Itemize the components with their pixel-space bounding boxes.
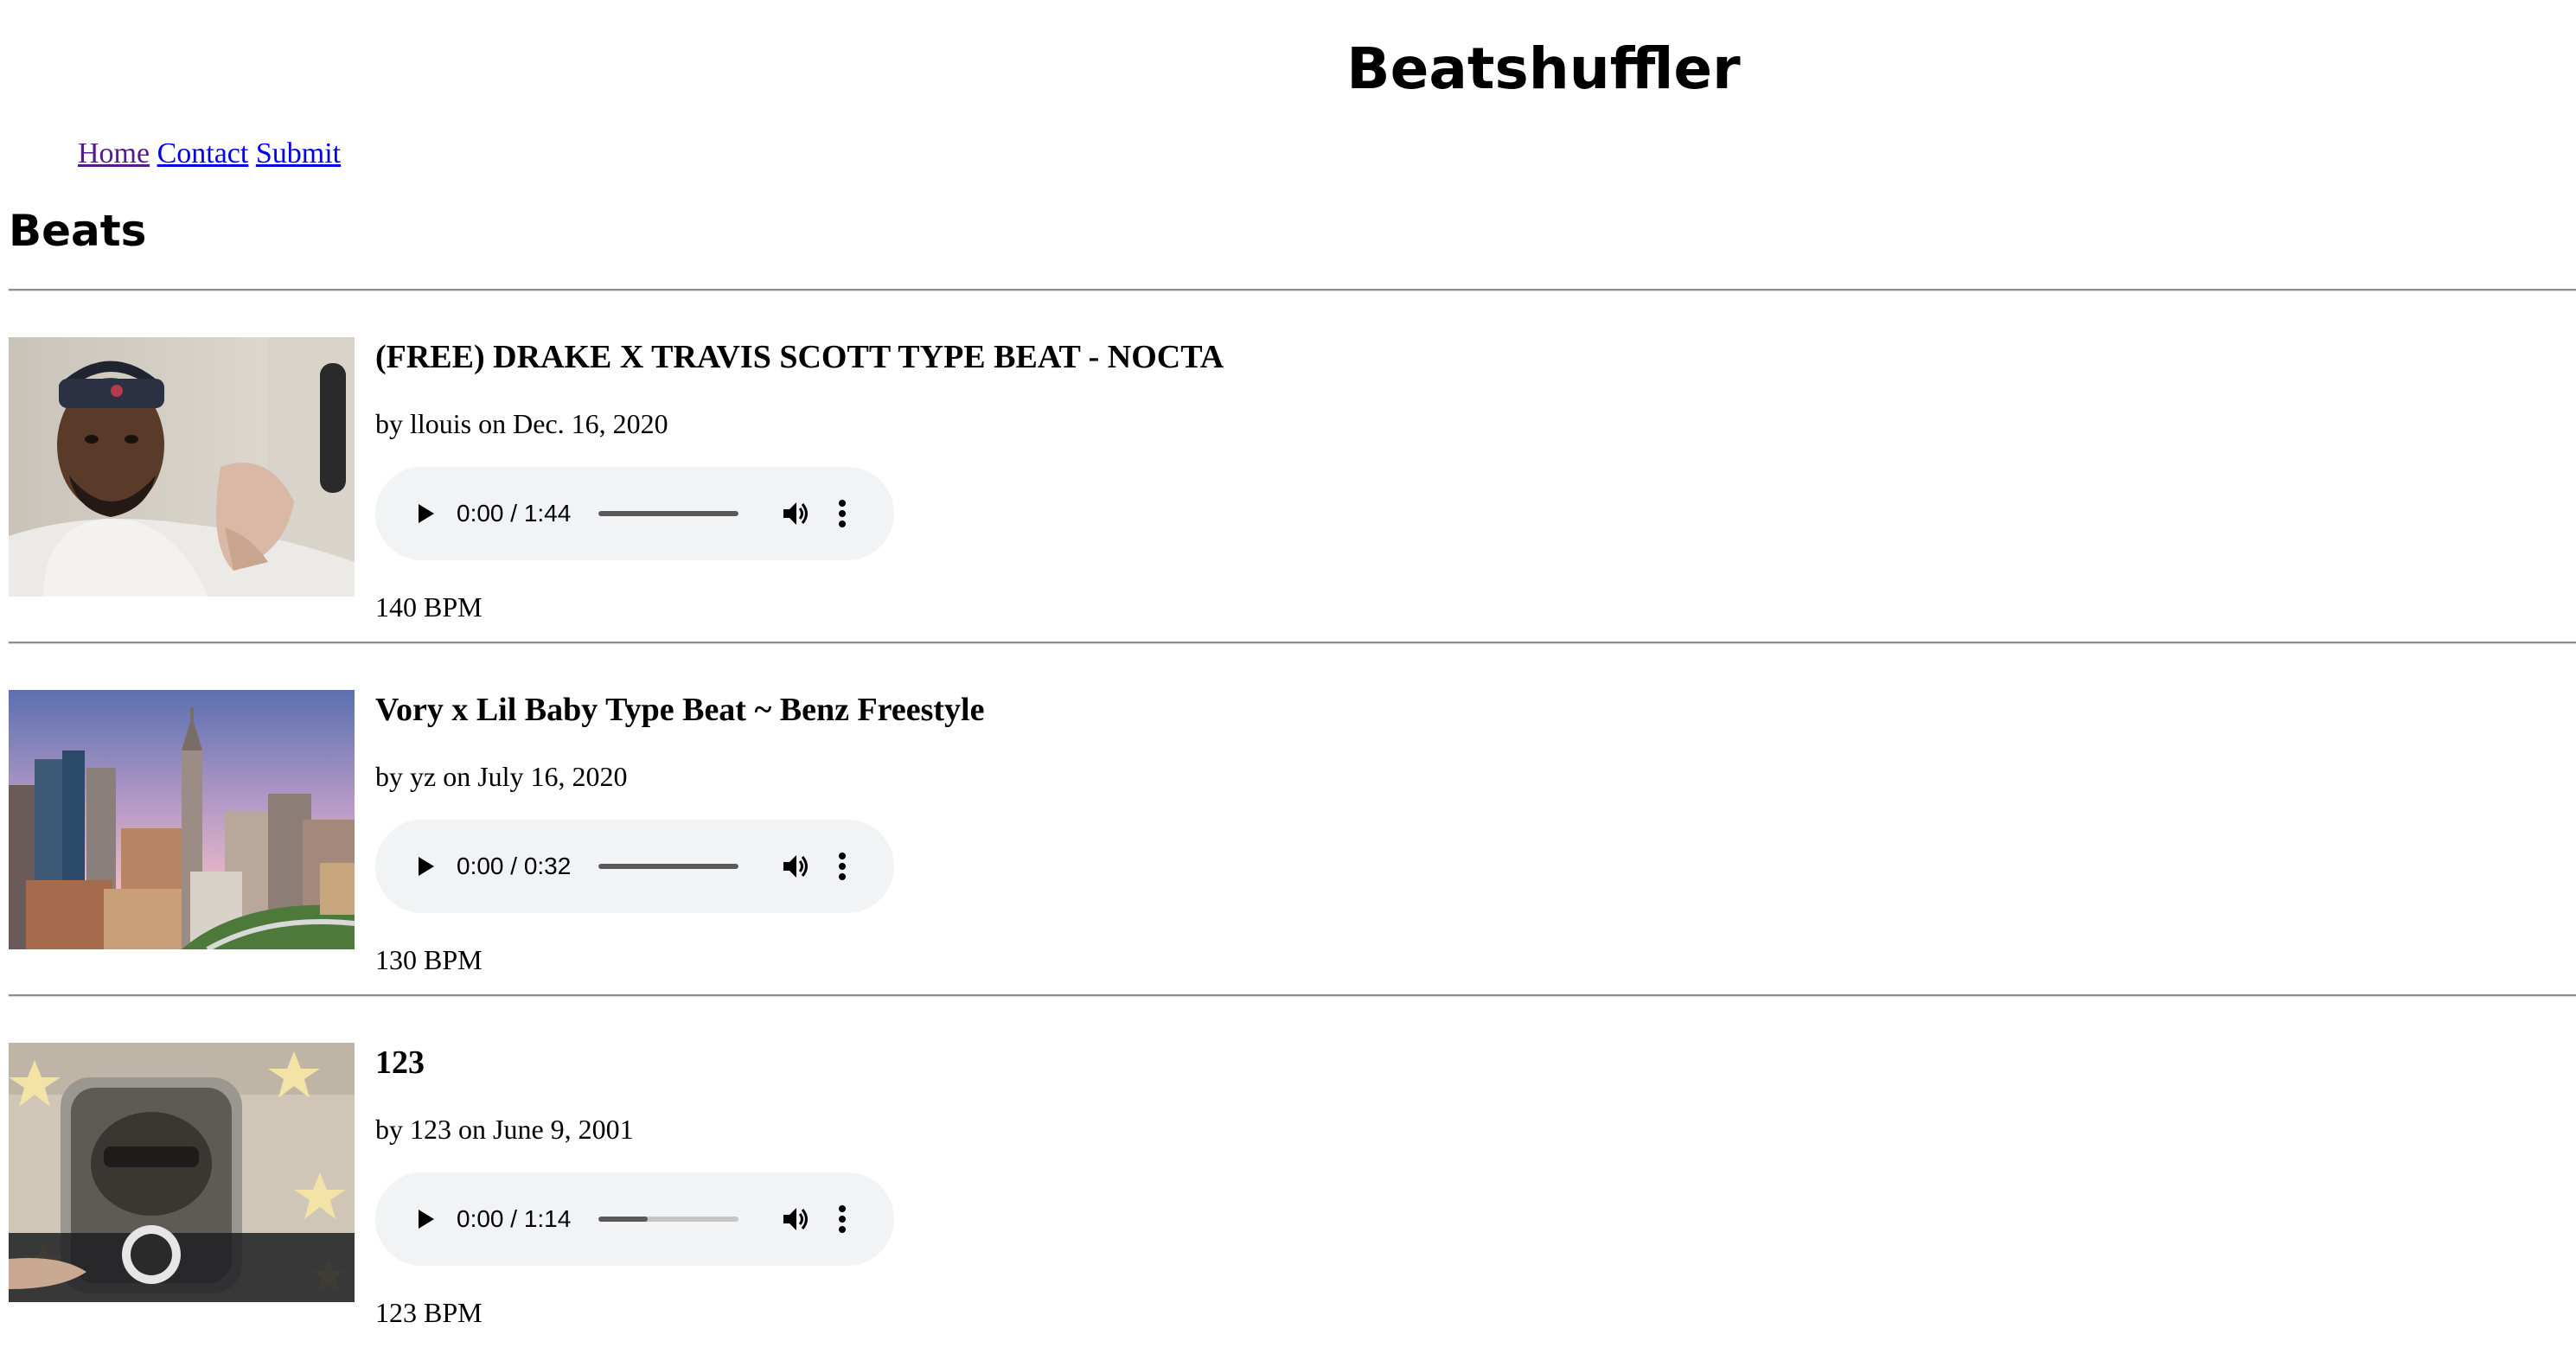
progress-fill [598,511,738,516]
play-icon[interactable] [413,1207,438,1231]
progress-fill [598,864,738,869]
divider [9,994,2576,997]
play-icon[interactable] [413,854,438,878]
site-title: Beatshuffler [1346,35,1741,102]
beat-thumbnail [9,1043,355,1302]
beat-title[interactable]: (FREE) DRAKE X TRAVIS SCOTT TYPE BEAT - … [375,337,1224,377]
beat-title[interactable]: 123 [375,1043,425,1083]
progress-slider[interactable] [598,1217,738,1222]
beat-byline: by llouis on Dec. 16, 2020 [375,408,668,439]
beat-bpm: 123 BPM [375,1297,483,1328]
beat-bpm: 130 BPM [375,944,483,975]
progress-slider[interactable] [598,864,738,869]
audio-player[interactable]: 0:00 / 1:14 [375,1172,894,1266]
beat-bpm: 140 BPM [375,591,483,623]
more-vertical-icon[interactable] [837,1204,847,1235]
beat-thumbnail [9,690,355,949]
audio-player[interactable]: 0:00 / 1:44 [375,467,894,560]
nav-link-submit[interactable]: Submit [256,137,341,169]
nav-link-contact[interactable]: Contact [157,137,249,169]
playback-time: 0:00 / 1:14 [457,1205,572,1232]
volume-icon[interactable] [780,498,811,529]
beat-byline: by yz on July 16, 2020 [375,761,628,792]
playback-time: 0:00 / 1:44 [457,500,572,527]
beat-item: 123 by 123 on June 9, 2001 0:00 / 1:14 1… [9,1043,2576,1354]
beat-item: Vory x Lil Baby Type Beat ~ Benz Freesty… [9,690,2576,1001]
section-title: Beats [9,206,147,256]
divider [9,289,2576,291]
audio-player[interactable]: 0:00 / 0:32 [375,820,894,913]
progress-fill [598,1217,648,1222]
playback-time: 0:00 / 0:32 [457,853,572,879]
nav-link-home[interactable]: Home [78,137,150,169]
play-icon[interactable] [413,501,438,526]
volume-icon[interactable] [780,1204,811,1235]
divider [9,642,2576,644]
beat-title[interactable]: Vory x Lil Baby Type Beat ~ Benz Freesty… [375,690,984,730]
progress-slider[interactable] [598,511,738,516]
volume-icon[interactable] [780,851,811,882]
beat-item: (FREE) DRAKE X TRAVIS SCOTT TYPE BEAT - … [9,337,2576,648]
main-nav: Home Contact Submit [78,133,341,175]
more-vertical-icon[interactable] [837,498,847,529]
beat-byline: by 123 on June 9, 2001 [375,1114,634,1145]
beat-thumbnail [9,337,355,597]
more-vertical-icon[interactable] [837,851,847,882]
